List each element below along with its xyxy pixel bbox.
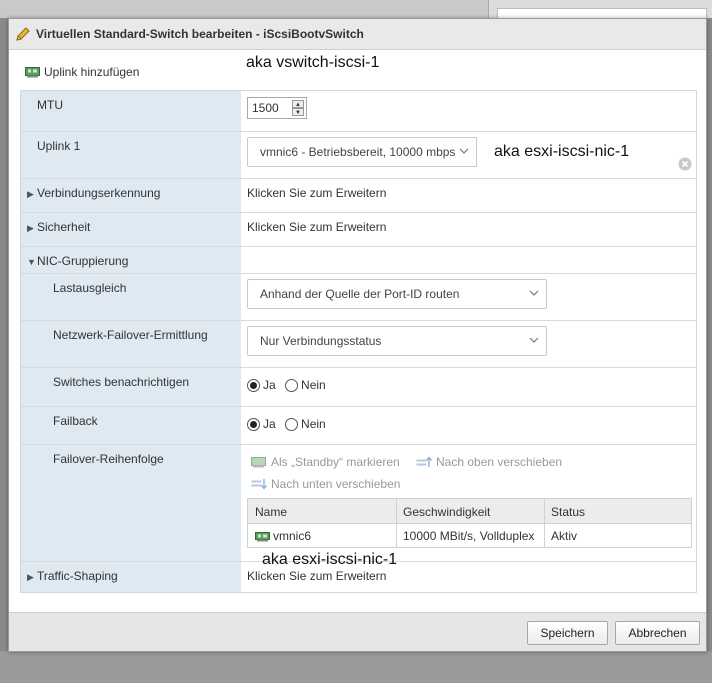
network-card-icon	[255, 531, 270, 542]
caret-right-icon: ▶	[27, 223, 34, 233]
row-nic-teaming[interactable]: ▼NIC-Gruppierung	[21, 247, 696, 274]
move-up-icon	[416, 456, 432, 467]
uplink-1-value: vmnic6 - Betriebsbereit, 10000 mbps	[260, 145, 456, 159]
uplink-1-label: Uplink 1	[37, 139, 81, 153]
column-header-speed[interactable]: Geschwindigkeit	[403, 505, 490, 519]
load-balancing-select[interactable]: Anhand der Quelle der Port-ID routen	[247, 279, 547, 309]
save-button[interactable]: Speichern	[527, 621, 608, 645]
traffic-shaping-value[interactable]: Klicken Sie zum Erweitern	[247, 569, 386, 583]
link-discovery-value[interactable]: Klicken Sie zum Erweitern	[247, 186, 386, 200]
row-mtu: MTU ▲ ▼	[21, 91, 696, 132]
row-failover-order: Failover-Reihenfolge Als „Standby“ marki…	[21, 445, 696, 568]
failback-no-radio[interactable]: Nein	[285, 417, 326, 431]
mtu-input[interactable]	[252, 101, 286, 115]
notify-yes-radio[interactable]: Ja	[247, 378, 276, 392]
cell-name-text: vmnic6	[273, 529, 312, 543]
mtu-stepper-arrows[interactable]: ▲ ▼	[292, 100, 304, 116]
notify-switches-label: Switches benachrichtigen	[53, 375, 190, 389]
cell-status: Aktiv	[551, 529, 578, 543]
link-discovery-label[interactable]: ▶ Verbindungserkennung	[27, 186, 160, 200]
move-down-button[interactable]: Nach unten verschieben	[251, 477, 400, 491]
failover-order-label: Failover-Reihenfolge	[53, 452, 164, 466]
load-balancing-value: Anhand der Quelle der Port-ID routen	[260, 287, 460, 301]
security-label[interactable]: ▶ Sicherheit	[27, 220, 90, 234]
caret-right-icon: ▶	[27, 189, 34, 199]
load-balancing-label: Lastausgleich	[53, 281, 127, 295]
radio-checked-icon	[247, 378, 260, 392]
cancel-button[interactable]: Abbrechen	[615, 621, 700, 645]
edit-vswitch-dialog: Virtuellen Standard-Switch bearbeiten - …	[8, 18, 707, 652]
nic-teaming-text: NIC-Gruppierung	[37, 254, 129, 268]
annotation-vswitch: aka vswitch-iscsi-1	[246, 54, 380, 71]
radio-unchecked-icon	[285, 417, 299, 431]
security-value[interactable]: Klicken Sie zum Erweitern	[247, 220, 386, 234]
cell-name: vmnic6	[255, 529, 311, 543]
notify-no-label: Nein	[301, 378, 326, 392]
mtu-label: MTU	[37, 98, 63, 112]
pencil-icon	[16, 27, 30, 41]
failover-detection-select[interactable]: Nur Verbindungsstatus	[247, 326, 547, 356]
chevron-down-icon	[529, 290, 539, 296]
radio-unchecked-icon	[285, 378, 299, 392]
mark-standby-label: Als „Standby“ markieren	[271, 455, 400, 469]
failback-options: Ja Nein	[247, 417, 332, 434]
security-text: Sicherheit	[37, 220, 91, 234]
standby-card-icon	[251, 457, 266, 468]
caret-down-icon: ▼	[27, 257, 36, 267]
dialog-title: Virtuellen Standard-Switch bearbeiten - …	[36, 27, 364, 41]
row-link-discovery[interactable]: ▶ Verbindungserkennung Klicken Sie zum Er…	[21, 179, 696, 213]
nic-teaming-label[interactable]: ▼NIC-Gruppierung	[27, 254, 128, 268]
add-uplink-button[interactable]: Uplink hinzufügen	[25, 65, 139, 79]
mark-standby-button[interactable]: Als „Standby“ markieren	[251, 455, 400, 469]
annotation-uplink: aka esxi-iscsi-nic-1	[494, 143, 630, 160]
mtu-stepper[interactable]: ▲ ▼	[247, 97, 307, 119]
radio-checked-icon	[247, 417, 260, 431]
row-failover-detection: Netzwerk-Failover-Ermittlung Nur Verbind…	[21, 321, 696, 368]
background-strip	[0, 651, 712, 683]
failover-order-table: Name Geschwindigkeit Status vmnic6 10000…	[247, 498, 692, 548]
table-row[interactable]: vmnic6 10000 MBit/s, Vollduplex Aktiv	[248, 524, 691, 548]
move-down-icon	[251, 479, 267, 490]
row-failback: Failback Ja Nein	[21, 407, 696, 445]
table-header: Name Geschwindigkeit Status	[248, 499, 691, 524]
dialog-footer: Speichern Abbrechen	[9, 612, 706, 651]
traffic-shaping-label[interactable]: ▶ Traffic-Shaping	[27, 569, 118, 583]
caret-right-icon: ▶	[27, 572, 34, 582]
failover-detection-value: Nur Verbindungsstatus	[260, 334, 382, 348]
column-header-status[interactable]: Status	[551, 505, 585, 519]
link-discovery-text: Verbindungserkennung	[37, 186, 161, 200]
traffic-shaping-text: Traffic-Shaping	[37, 569, 118, 583]
remove-uplink-icon[interactable]	[678, 157, 692, 171]
notify-no-radio[interactable]: Nein	[285, 378, 326, 392]
network-card-icon	[25, 67, 40, 78]
notify-switches-options: Ja Nein	[247, 378, 332, 395]
stepper-up-icon[interactable]: ▲	[292, 100, 304, 108]
failback-yes-label: Ja	[263, 417, 276, 431]
chevron-down-icon	[529, 337, 539, 343]
row-load-balancing: Lastausgleich Anhand der Quelle der Port…	[21, 274, 696, 321]
move-up-button[interactable]: Nach oben verschieben	[416, 455, 562, 469]
chevron-down-icon	[459, 148, 469, 154]
notify-yes-label: Ja	[263, 378, 276, 392]
failback-yes-radio[interactable]: Ja	[247, 417, 276, 431]
row-traffic-shaping[interactable]: ▶ Traffic-Shaping Klicken Sie zum Erweite…	[21, 562, 696, 594]
row-uplink-1: Uplink 1 vmnic6 - Betriebsbereit, 10000 …	[21, 132, 696, 179]
row-security[interactable]: ▶ Sicherheit Klicken Sie zum Erweitern	[21, 213, 696, 247]
failback-label: Failback	[53, 414, 98, 428]
dialog-title-bar: Virtuellen Standard-Switch bearbeiten - …	[9, 19, 706, 50]
cell-speed: 10000 MBit/s, Vollduplex	[403, 529, 535, 543]
settings-form: MTU ▲ ▼ Uplink 1 vmnic6 - Betriebsbereit…	[20, 90, 697, 593]
move-down-label: Nach unten verschieben	[271, 477, 401, 491]
move-up-label: Nach oben verschieben	[436, 455, 563, 469]
failover-detection-label: Netzwerk-Failover-Ermittlung	[53, 328, 208, 342]
uplink-1-select[interactable]: vmnic6 - Betriebsbereit, 10000 mbps	[247, 137, 477, 167]
column-header-name[interactable]: Name	[255, 505, 287, 519]
add-uplink-label: Uplink hinzufügen	[44, 65, 140, 79]
failback-no-label: Nein	[301, 417, 326, 431]
stepper-down-icon[interactable]: ▼	[292, 108, 304, 116]
row-notify-switches: Switches benachrichtigen Ja Nein	[21, 368, 696, 407]
